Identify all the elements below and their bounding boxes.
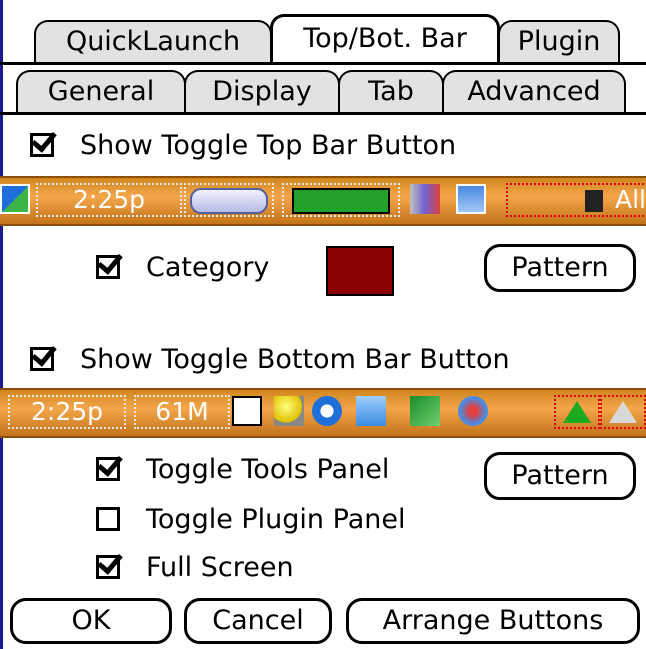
bottom-bar-memory[interactable]: 61M [134, 395, 230, 429]
category-color-swatch[interactable] [326, 246, 394, 296]
top-bar-signal[interactable] [282, 183, 400, 217]
toggle-tools-panel-checkbox[interactable] [96, 457, 120, 481]
pen-icon[interactable] [232, 396, 262, 426]
back-arrow-icon[interactable] [410, 396, 440, 426]
top-bar-category[interactable]: All [506, 183, 646, 217]
tab-advanced[interactable]: Advanced [442, 70, 626, 112]
home-button[interactable] [600, 395, 646, 429]
files-icon[interactable] [410, 184, 440, 214]
show-toggle-bottom-bar-checkbox[interactable] [30, 347, 54, 371]
cancel-button[interactable]: Cancel [184, 598, 332, 644]
toggle-plugin-panel-row[interactable]: Toggle Plugin Panel [96, 502, 405, 536]
show-toggle-top-bar-row[interactable]: Show Toggle Top Bar Button [30, 128, 456, 162]
bottom-pattern-button[interactable]: Pattern [484, 452, 636, 500]
full-screen-label: Full Screen [146, 551, 294, 583]
tab-row2-baseline [0, 112, 646, 115]
show-toggle-bottom-bar-label: Show Toggle Bottom Bar Button [80, 343, 510, 375]
toggle-tools-panel-label: Toggle Tools Panel [146, 453, 390, 485]
up-arrow-icon [563, 401, 591, 423]
contacts-icon[interactable] [456, 184, 486, 214]
top-bar-battery[interactable] [184, 183, 274, 217]
tab-plugin[interactable]: Plugin [498, 20, 620, 62]
tab-quicklaunch[interactable]: QuickLaunch [34, 20, 272, 62]
power-icon[interactable] [312, 396, 342, 426]
lightbulb-icon[interactable] [274, 396, 304, 426]
category-row[interactable]: Category [96, 250, 269, 284]
full-screen-checkbox[interactable] [96, 555, 120, 579]
top-bar-clock[interactable]: 2:25p [36, 183, 182, 217]
signal-strength-bar [292, 188, 390, 214]
device-icon [585, 190, 604, 212]
tab-row1-baseline [0, 62, 646, 65]
scroll-up-button[interactable] [554, 395, 600, 429]
top-bar-category-text: All [615, 185, 646, 214]
tab-general[interactable]: General [16, 70, 186, 112]
category-label: Category [146, 251, 270, 283]
screen-edge [0, 0, 3, 649]
category-checkbox[interactable] [96, 255, 120, 279]
show-toggle-top-bar-checkbox[interactable] [30, 133, 54, 157]
keyboard-icon[interactable] [356, 396, 386, 426]
battery-icon [190, 188, 268, 214]
top-pattern-button[interactable]: Pattern [484, 244, 636, 292]
toggle-plugin-panel-checkbox[interactable] [96, 507, 120, 531]
app-launcher-icon[interactable] [0, 184, 30, 214]
ok-button[interactable]: OK [10, 598, 172, 644]
show-toggle-bottom-bar-row[interactable]: Show Toggle Bottom Bar Button [30, 342, 510, 376]
arrange-buttons-button[interactable]: Arrange Buttons [346, 598, 640, 644]
sync-icon[interactable] [458, 396, 488, 426]
tab-tab[interactable]: Tab [338, 70, 444, 112]
home-icon [609, 401, 637, 423]
tab-top-bot-bar[interactable]: Top/Bot. Bar [270, 14, 500, 62]
top-bar-preview: 2:25p All [0, 176, 646, 226]
show-toggle-top-bar-label: Show Toggle Top Bar Button [80, 129, 457, 161]
bottom-bar-preview: 2:25p 61M [0, 388, 646, 438]
toggle-plugin-panel-label: Toggle Plugin Panel [146, 503, 406, 535]
toggle-tools-panel-row[interactable]: Toggle Tools Panel [96, 452, 389, 486]
full-screen-row[interactable]: Full Screen [96, 550, 294, 584]
tab-display[interactable]: Display [184, 70, 340, 112]
bottom-bar-clock[interactable]: 2:25p [8, 395, 126, 429]
